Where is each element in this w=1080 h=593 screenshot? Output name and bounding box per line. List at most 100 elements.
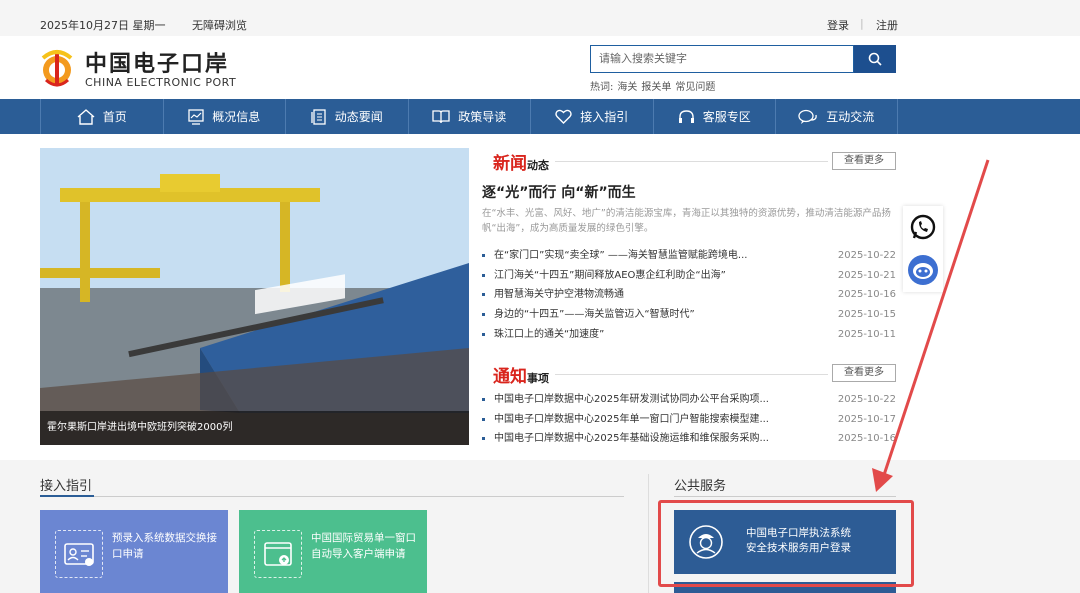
list-item[interactable]: 身边的“十四五”——海关监管迈入“智慧时代” 2025-10-15 xyxy=(482,305,896,325)
hot-words: 热词: 海关 报关单 常见问题 xyxy=(590,78,719,93)
highlight-box xyxy=(658,500,914,587)
news-title-small: 动态 xyxy=(527,159,549,172)
robot-assistant-icon[interactable] xyxy=(907,254,939,286)
bullet xyxy=(482,332,485,336)
nav-label: 动态要闻 xyxy=(334,110,383,124)
news-date: 2025-10-15 xyxy=(837,309,896,321)
hot-label: 热词: xyxy=(590,82,614,93)
accessibility-link[interactable]: 无障碍浏览 xyxy=(192,17,247,33)
nav-item-access-guide[interactable]: 接入指引 xyxy=(530,99,653,134)
nav-item-interaction[interactable]: 互动交流 xyxy=(775,99,898,134)
news-summary: 在“水丰、光富、风好、地广”的清洁能源宝库，青海正以其独特的资源优势，推动清洁能… xyxy=(482,208,891,234)
list-item[interactable]: 中国电子口岸数据中心2025年研发测试协同办公平台采购项... 2025-10-2… xyxy=(482,390,896,410)
hot-word-faq[interactable]: 常见问题 xyxy=(675,82,715,93)
register-link[interactable]: 注册 xyxy=(876,17,898,33)
site-header: 中国电子口岸 CHINA ELECTRONIC PORT 请输入搜索关键字 热词… xyxy=(0,36,1080,99)
nav-label: 接入指引 xyxy=(580,110,629,124)
nav-item-home[interactable]: 首页 xyxy=(40,99,163,134)
news-title[interactable]: 江门海关“十四五”期间释放AEO惠企红利助企“出海” xyxy=(494,266,726,286)
notice-list: 中国电子口岸数据中心2025年研发测试协同办公平台采购项... 2025-10-2… xyxy=(482,390,896,449)
book-icon xyxy=(432,110,450,124)
news-date: 2025-10-21 xyxy=(837,269,896,281)
news-headline[interactable]: 逐“光”而行 向“新”而生 xyxy=(482,182,636,202)
access-guide-underline xyxy=(40,495,94,497)
nav-item-policy[interactable]: 政策导读 xyxy=(407,99,531,134)
nav-item-news[interactable]: 动态要闻 xyxy=(285,99,408,134)
banner-image xyxy=(40,148,469,445)
chart-icon xyxy=(188,108,204,125)
section-separator xyxy=(648,474,649,593)
access-card-single-window[interactable]: 中国国际贸易单一窗口自动导入客户端申请 xyxy=(239,510,427,593)
hot-word-customs[interactable]: 海关 xyxy=(617,82,637,93)
nav-label: 客服专区 xyxy=(702,110,751,124)
logo-title-en: CHINA ELECTRONIC PORT xyxy=(85,76,237,89)
document-icon xyxy=(311,108,326,125)
search-input[interactable]: 请输入搜索关键字 xyxy=(590,45,854,73)
news-list: 在“家门口”实现“卖全球” ——海关智慧监管赋能跨境电... 2025-10-22… xyxy=(482,246,896,344)
news-date: 2025-10-16 xyxy=(837,289,896,301)
topbar-separator: | xyxy=(860,17,864,30)
list-item[interactable]: 江门海关“十四五”期间释放AEO惠企红利助企“出海” 2025-10-21 xyxy=(482,266,896,286)
access-guide-title: 接入指引 xyxy=(40,479,93,494)
bullet xyxy=(482,417,485,421)
access-guide-divider xyxy=(40,496,624,497)
bullet xyxy=(482,273,485,277)
notice-title[interactable]: 中国电子口岸数据中心2025年基础设施运维和维保服务采购... xyxy=(494,429,769,449)
news-date: 2025-10-11 xyxy=(837,328,896,340)
search-button[interactable] xyxy=(854,45,896,73)
bullet xyxy=(482,254,485,257)
search-icon xyxy=(868,52,882,66)
news-title-big: 新闻 xyxy=(493,154,527,174)
news-banner[interactable]: 霍尔果斯口岸进出境中欧班列突破2000列 xyxy=(40,148,469,445)
login-link[interactable]: 登录 xyxy=(827,17,849,33)
access-card-data-exchange[interactable]: 预录入系统数据交换接口申请 xyxy=(40,510,228,593)
notice-date: 2025-10-17 xyxy=(837,413,896,425)
notice-date: 2025-10-22 xyxy=(837,394,896,405)
news-section-title: 新闻动态 xyxy=(493,149,549,174)
notice-divider xyxy=(555,374,828,375)
list-item[interactable]: 用智慧海关守护空港物流畅通 2025-10-16 xyxy=(482,285,896,305)
notice-title-small: 事项 xyxy=(527,372,549,385)
news-divider xyxy=(555,161,828,162)
bullet xyxy=(482,293,485,297)
list-item[interactable]: 珠江口上的通关“加速度” 2025-10-11 xyxy=(482,325,896,345)
public-service-divider xyxy=(674,496,896,497)
nav-item-service[interactable]: 客服专区 xyxy=(652,99,776,134)
news-title[interactable]: 用智慧海关守护空港物流畅通 xyxy=(494,285,624,305)
notice-section-title: 通知事项 xyxy=(493,362,549,387)
notice-title-big: 通知 xyxy=(493,367,527,387)
phone-chat-icon[interactable] xyxy=(909,213,937,241)
notice-title[interactable]: 中国电子口岸数据中心2025年单一窗口门户智能搜索模型建... xyxy=(494,410,769,430)
floating-toolbar xyxy=(903,206,943,292)
heart-icon xyxy=(555,109,572,124)
notice-title[interactable]: 中国电子口岸数据中心2025年研发测试协同办公平台采购项... xyxy=(494,390,769,410)
news-title[interactable]: 珠江口上的通关“加速度” xyxy=(494,325,604,345)
current-date: 2025年10月27日 星期一 xyxy=(40,19,166,32)
nav-item-overview[interactable]: 概况信息 xyxy=(162,99,286,134)
notice-more-button[interactable]: 查看更多 xyxy=(832,364,896,382)
nav-label: 互动交流 xyxy=(826,110,875,124)
id-card-icon xyxy=(55,530,103,578)
logo-emblem-icon[interactable] xyxy=(40,44,74,90)
news-title[interactable]: 身边的“十四五”——海关监管迈入“智慧时代” xyxy=(494,305,695,325)
notice-date: 2025-10-16 xyxy=(837,433,896,445)
access-card-label: 预录入系统数据交换接口申请 xyxy=(112,532,217,560)
window-upload-icon xyxy=(254,530,302,578)
bullet xyxy=(482,313,485,317)
list-item[interactable]: 中国电子口岸数据中心2025年单一窗口门户智能搜索模型建... 2025-10-1… xyxy=(482,410,896,430)
nav-label: 首页 xyxy=(102,110,127,124)
bullet xyxy=(482,398,485,401)
news-title[interactable]: 在“家门口”实现“卖全球” ——海关智慧监管赋能跨境电... xyxy=(494,246,747,266)
list-item[interactable]: 中国电子口岸数据中心2025年基础设施运维和维保服务采购... 2025-10-1… xyxy=(482,429,896,449)
bullet xyxy=(482,437,485,441)
access-card-label: 中国国际贸易单一窗口自动导入客户端申请 xyxy=(311,532,416,560)
hot-word-declaration[interactable]: 报关单 xyxy=(641,82,671,93)
news-more-button[interactable]: 查看更多 xyxy=(832,152,896,170)
headset-icon xyxy=(678,109,694,123)
banner-caption[interactable]: 霍尔果斯口岸进出境中欧班列突破2000列 xyxy=(40,411,469,445)
top-bar: 2025年10月27日 星期一 无障碍浏览 登录 | 注册 xyxy=(0,0,1080,36)
nav-label: 概况信息 xyxy=(212,110,261,124)
logo-title-cn[interactable]: 中国电子口岸 xyxy=(85,46,229,78)
main-nav: 首页 概况信息 动态要闻 政策导读 接入指引 客服专区 互动交流 xyxy=(0,99,1080,134)
list-item[interactable]: 在“家门口”实现“卖全球” ——海关智慧监管赋能跨境电... 2025-10-22 xyxy=(482,246,896,266)
